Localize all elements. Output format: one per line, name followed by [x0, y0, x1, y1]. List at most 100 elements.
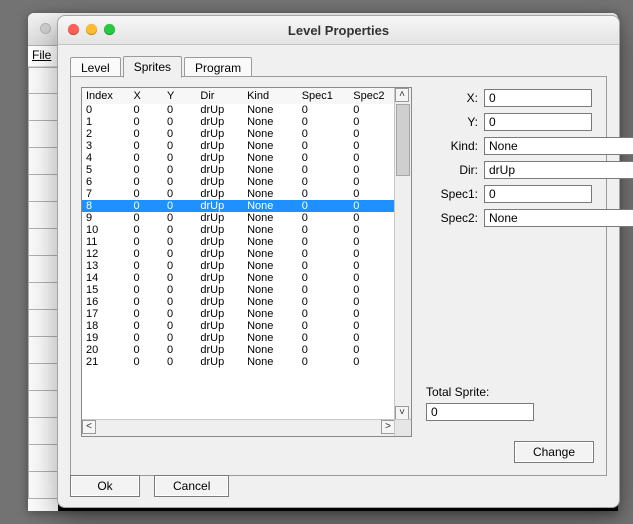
kind-value[interactable] [484, 137, 633, 155]
cell-dir: drUp [196, 212, 243, 224]
table-row[interactable]: 1800drUpNone00 [82, 320, 395, 332]
zoom-icon[interactable] [104, 24, 115, 35]
cell-index: 4 [82, 152, 129, 164]
cell-index: 11 [82, 236, 129, 248]
cell-y: 0 [163, 332, 196, 344]
scroll-right-icon[interactable]: ˃ [381, 420, 395, 434]
tab-level[interactable]: Level [70, 57, 121, 78]
cell-y: 0 [163, 140, 196, 152]
cell-kind: None [243, 128, 298, 140]
change-button[interactable]: Change [514, 441, 594, 463]
close-icon[interactable] [40, 23, 51, 34]
table-row[interactable]: 900drUpNone00 [82, 212, 395, 224]
cell-s2: 0 [349, 200, 395, 212]
spec2-value[interactable] [484, 209, 633, 227]
col-spec2[interactable]: Spec2 [349, 88, 395, 104]
table-row[interactable]: 1600drUpNone00 [82, 296, 395, 308]
table-row[interactable]: 100drUpNone00 [82, 116, 395, 128]
cell-s2: 0 [349, 284, 395, 296]
cell-s1: 0 [298, 212, 350, 224]
cell-s1: 0 [298, 284, 350, 296]
cell-s1: 0 [298, 296, 350, 308]
table-row[interactable]: 1400drUpNone00 [82, 272, 395, 284]
cell-index: 13 [82, 260, 129, 272]
cell-dir: drUp [196, 176, 243, 188]
cell-dir: drUp [196, 236, 243, 248]
table-row[interactable]: 2100drUpNone00 [82, 356, 395, 368]
table-row[interactable]: 1700drUpNone00 [82, 308, 395, 320]
cell-index: 6 [82, 176, 129, 188]
cancel-button[interactable]: Cancel [154, 475, 229, 497]
table-header-row: Index X Y Dir Kind Spec1 Spec2 [82, 88, 395, 104]
cell-index: 12 [82, 248, 129, 260]
cell-index: 9 [82, 212, 129, 224]
cell-x: 0 [129, 104, 162, 116]
cell-x: 0 [129, 152, 162, 164]
cell-kind: None [243, 212, 298, 224]
cell-y: 0 [163, 344, 196, 356]
cell-index: 1 [82, 116, 129, 128]
cell-kind: None [243, 272, 298, 284]
col-kind[interactable]: Kind [243, 88, 298, 104]
col-index[interactable]: Index [82, 88, 129, 104]
y-field[interactable] [484, 113, 592, 131]
cell-index: 14 [82, 272, 129, 284]
dialog-buttons: Ok Cancel [70, 475, 229, 497]
sprite-table[interactable]: Index X Y Dir Kind Spec1 Spec2 000drUpNo… [81, 87, 412, 437]
table-row[interactable]: 2000drUpNone00 [82, 344, 395, 356]
menu-file[interactable]: File [32, 48, 51, 62]
cell-x: 0 [129, 344, 162, 356]
table-row[interactable]: 000drUpNone00 [82, 104, 395, 116]
col-y[interactable]: Y [163, 88, 196, 104]
dir-value[interactable] [484, 161, 633, 179]
total-sprite-field[interactable] [426, 403, 534, 421]
col-dir[interactable]: Dir [196, 88, 243, 104]
scroll-thumb[interactable] [396, 104, 410, 176]
cell-y: 0 [163, 128, 196, 140]
table-row[interactable]: 700drUpNone00 [82, 188, 395, 200]
cell-dir: drUp [196, 128, 243, 140]
table-row[interactable]: 500drUpNone00 [82, 164, 395, 176]
cell-kind: None [243, 236, 298, 248]
table-row[interactable]: 400drUpNone00 [82, 152, 395, 164]
x-field[interactable] [484, 89, 592, 107]
cell-kind: None [243, 164, 298, 176]
scroll-up-icon[interactable]: ˄ [395, 88, 409, 102]
tab-program[interactable]: Program [184, 57, 252, 78]
scroll-left-icon[interactable]: ˂ [82, 420, 96, 434]
table-row[interactable]: 1300drUpNone00 [82, 260, 395, 272]
cell-s2: 0 [349, 188, 395, 200]
editor-tile-palette [28, 67, 58, 511]
col-spec1[interactable]: Spec1 [298, 88, 350, 104]
table-row[interactable]: 800drUpNone00 [82, 200, 395, 212]
kind-select[interactable]: ▼ [484, 137, 592, 155]
dir-select[interactable]: ▼ [484, 161, 592, 179]
cell-dir: drUp [196, 308, 243, 320]
tab-sprites[interactable]: Sprites [123, 56, 182, 78]
scroll-down-icon[interactable]: ˅ [395, 406, 409, 420]
spec1-field[interactable] [484, 185, 592, 203]
cell-s2: 0 [349, 272, 395, 284]
cell-dir: drUp [196, 260, 243, 272]
vscrollbar[interactable]: ˄ ˅ [394, 88, 411, 420]
cell-x: 0 [129, 296, 162, 308]
spec2-select[interactable]: ▼ [484, 209, 592, 227]
cell-s2: 0 [349, 152, 395, 164]
table-row[interactable]: 1500drUpNone00 [82, 284, 395, 296]
table-row[interactable]: 300drUpNone00 [82, 140, 395, 152]
table-row[interactable]: 1900drUpNone00 [82, 332, 395, 344]
close-icon[interactable] [68, 24, 79, 35]
cell-s1: 0 [298, 188, 350, 200]
table-row[interactable]: 200drUpNone00 [82, 128, 395, 140]
cell-index: 20 [82, 344, 129, 356]
minimize-icon[interactable] [86, 24, 97, 35]
table-row[interactable]: 1200drUpNone00 [82, 248, 395, 260]
table-row[interactable]: 1100drUpNone00 [82, 236, 395, 248]
cell-x: 0 [129, 272, 162, 284]
cell-s2: 0 [349, 332, 395, 344]
col-x[interactable]: X [129, 88, 162, 104]
hscrollbar[interactable]: ˂ ˃ [82, 419, 395, 436]
table-row[interactable]: 1000drUpNone00 [82, 224, 395, 236]
table-row[interactable]: 600drUpNone00 [82, 176, 395, 188]
ok-button[interactable]: Ok [70, 475, 140, 497]
